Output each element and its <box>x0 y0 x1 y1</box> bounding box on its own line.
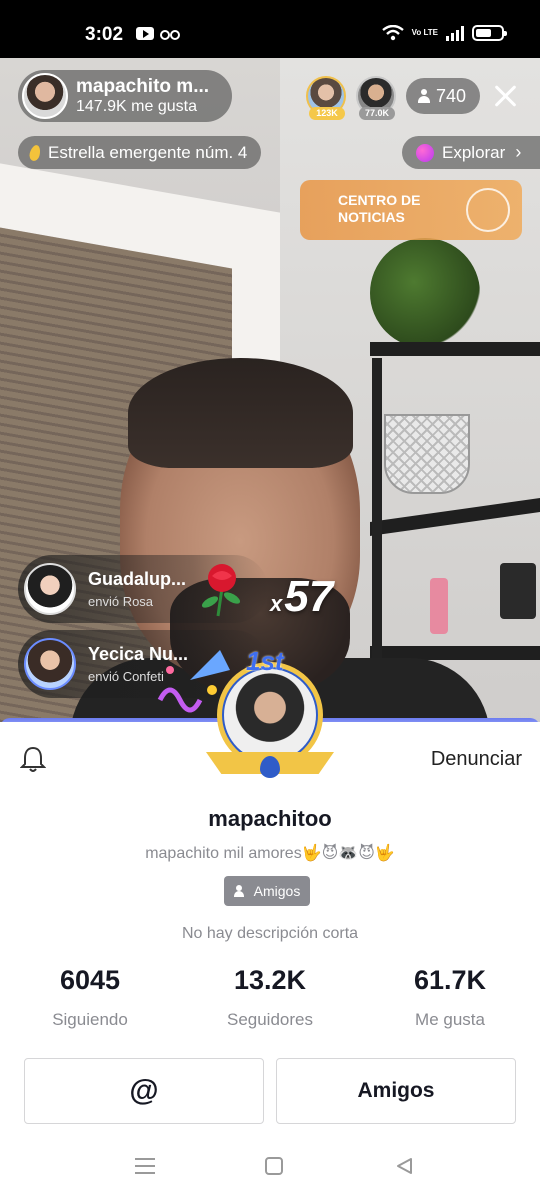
news-center-banner[interactable]: CENTRO DE NOTICIAS <box>300 180 522 240</box>
friends-tag: Amigos <box>224 876 310 906</box>
close-icon[interactable] <box>490 81 520 111</box>
profile-description: No hay descripción corta <box>181 925 359 942</box>
gift-sender-avatar <box>24 638 76 690</box>
stat-value: 6045 <box>59 965 121 995</box>
person-icon <box>417 89 430 103</box>
mention-button[interactable]: @ <box>24 1058 264 1124</box>
host-info[interactable]: mapachito m... 147.9K me gusta <box>18 70 232 122</box>
status-right-icons: Vo LTE <box>381 25 507 41</box>
signal-icon <box>446 25 464 41</box>
rising-star-label: Estrella emergente núm. 4 <box>48 142 248 162</box>
stat-label: Siguiendo <box>52 1010 128 1029</box>
stat-label: Seguidores <box>226 1010 313 1029</box>
status-time: 3:02 <box>85 24 124 45</box>
back-icon[interactable] <box>395 1157 413 1175</box>
combo-count: 57 <box>284 572 334 621</box>
rose-icon <box>201 564 241 617</box>
gift-action: envió Rosa <box>88 594 154 609</box>
streamer-hair <box>128 358 353 468</box>
report-button[interactable]: Denunciar <box>431 748 522 771</box>
rank-label: 1st <box>246 646 284 676</box>
volte-indicator: Vo LTE <box>411 28 438 37</box>
stat-value: 61.7K <box>413 965 487 995</box>
host-name: mapachito m... <box>76 75 210 97</box>
viewer-count-button[interactable]: 740 <box>405 78 480 114</box>
stat-likes[interactable]: 61.7K Me gusta <box>360 965 540 1030</box>
top-right-controls: 123K 77.0K 740 <box>305 76 520 120</box>
home-icon[interactable] <box>265 1157 283 1175</box>
chevron-right-icon: › <box>515 142 522 162</box>
flame-icon <box>260 756 280 778</box>
top-viewer-avatar[interactable]: 123K <box>305 76 346 120</box>
battery-icon <box>472 25 507 41</box>
bottle <box>430 578 448 634</box>
voicemail-icon <box>160 29 180 40</box>
shelf <box>370 342 540 356</box>
rising-star-badge[interactable]: Estrella emergente núm. 4 <box>18 136 262 169</box>
friends-icon <box>233 885 250 897</box>
explore-label: Explorar <box>442 142 506 162</box>
viewer-score: 123K <box>308 107 345 120</box>
tiktok-live-logo-icon <box>466 188 510 232</box>
friends-button[interactable]: Amigos <box>276 1058 516 1124</box>
plant <box>370 238 480 348</box>
top-viewer-avatar[interactable]: 77.0K <box>355 76 396 120</box>
host-avatar[interactable] <box>22 73 68 119</box>
youtube-icon <box>136 27 154 40</box>
friends-tag-label: Amigos <box>253 883 301 899</box>
wifi-icon <box>381 25 404 41</box>
gift-combo: x 57 <box>270 572 333 622</box>
recent-apps-icon[interactable] <box>135 1158 155 1174</box>
stat-following[interactable]: 6045 Siguiendo <box>0 965 180 1030</box>
flame-icon <box>28 143 42 162</box>
viewer-count: 740 <box>435 85 466 106</box>
profile-username: mapachitoo <box>208 806 332 831</box>
gift-sender-name: Guadalup... <box>88 569 187 589</box>
bell-icon[interactable] <box>20 745 46 773</box>
gift-sender-avatar <box>24 563 76 615</box>
explore-button[interactable]: Explorar › <box>402 136 540 169</box>
profile-bio: mapachito mil amores🤟😈🦝😈🤟 <box>145 845 395 862</box>
status-left-icons <box>136 27 180 40</box>
combo-prefix: x <box>270 591 283 616</box>
rank-badge[interactable]: 1st <box>202 646 338 782</box>
jar <box>500 563 536 619</box>
viewer-score: 77.0K <box>358 107 395 120</box>
host-likes: 147.9K me gusta <box>76 97 197 115</box>
profile-avatar[interactable] <box>224 669 316 761</box>
wire-basket <box>384 414 470 494</box>
navigation-bar <box>0 1142 540 1200</box>
stat-followers[interactable]: 13.2K Seguidores <box>180 965 360 1030</box>
stat-value: 13.2K <box>233 965 307 995</box>
explore-icon <box>416 143 434 162</box>
stat-label: Me gusta <box>415 1010 485 1029</box>
status-bar: 3:02 Vo LTE <box>0 0 540 58</box>
